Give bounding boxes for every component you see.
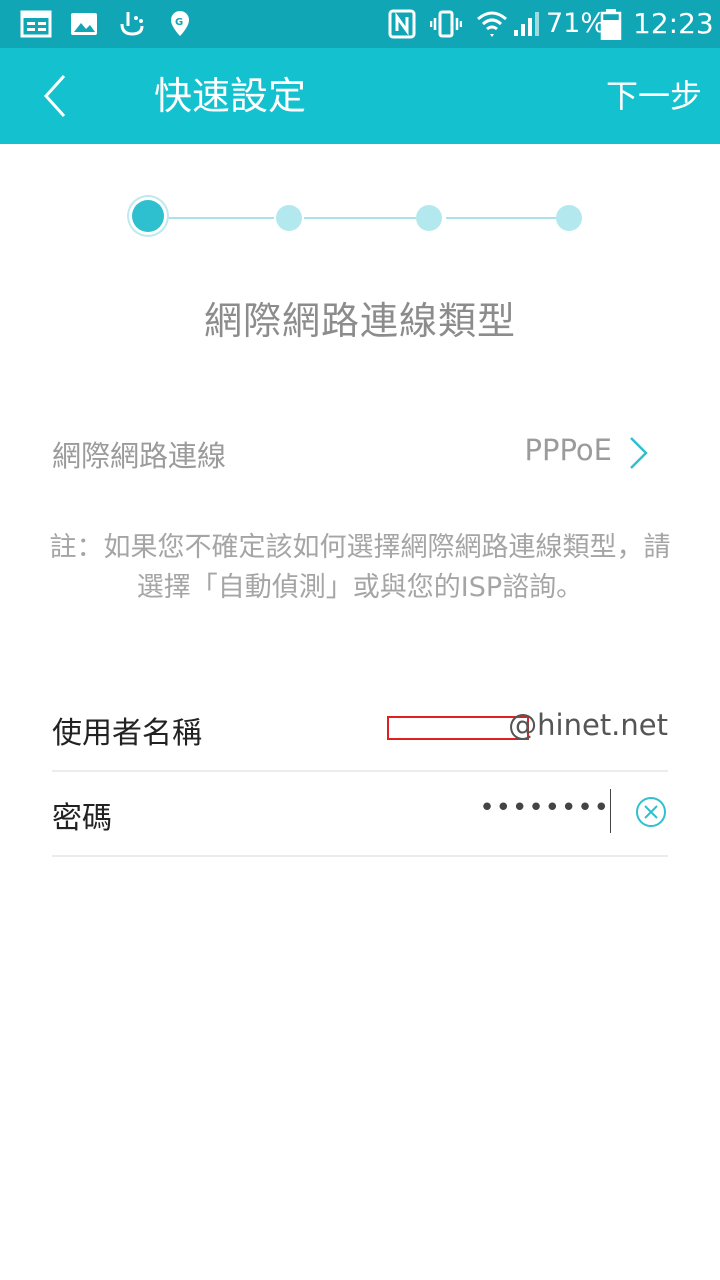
username-domain-suffix: @hinet.net — [508, 708, 668, 742]
connection-type-label: 網際網路連線 — [52, 439, 227, 473]
step-1-active — [132, 200, 164, 232]
username-row: 使用者名稱 @hinet.net — [52, 686, 668, 772]
battery-percent: 71% — [546, 8, 607, 39]
signal-icon — [514, 12, 539, 36]
wifi-icon — [477, 11, 507, 37]
page-title: 快速設定 — [154, 74, 307, 118]
vibrate-icon — [430, 10, 462, 38]
text-cursor — [610, 789, 611, 833]
password-row: 密碼 •••••••• — [52, 771, 668, 857]
step-4 — [556, 205, 582, 231]
nfc-icon — [388, 9, 416, 39]
stepper-connector — [164, 217, 274, 219]
stepper-connector — [304, 217, 416, 219]
maps-icon: G — [171, 11, 189, 36]
chevron-right-icon — [630, 437, 648, 469]
clear-icon[interactable] — [634, 795, 668, 829]
next-step-button[interactable]: 下一步 — [606, 48, 702, 144]
battery-icon — [600, 9, 622, 40]
note-text: 註：如果您不確定該如何選擇網際網路連線類型，請選擇「自動偵測」或與您的ISP諮詢… — [49, 532, 671, 603]
password-label: 密碼 — [52, 801, 112, 836]
clock: 12:23 — [633, 7, 714, 40]
username-label: 使用者名稱 — [52, 716, 202, 751]
svg-text:G: G — [175, 17, 183, 28]
image-icon — [71, 13, 97, 35]
progress-stepper — [130, 196, 590, 240]
step-3 — [416, 205, 442, 231]
connection-type-row[interactable]: 網際網路連線 PPPoE — [52, 425, 668, 481]
step-2 — [276, 205, 302, 231]
connection-type-value: PPPoE — [524, 433, 613, 467]
password-input[interactable]: •••••••• — [479, 793, 610, 823]
touchpal-icon — [120, 12, 144, 36]
app-bar: 快速設定 下一步 — [0, 48, 720, 144]
stepper-connector — [446, 217, 558, 219]
status-bar: G 71% 12:23 — [0, 0, 720, 48]
calendar-icon — [20, 10, 52, 38]
back-icon[interactable] — [30, 66, 90, 126]
section-title: 網際網路連線類型 — [203, 299, 516, 343]
